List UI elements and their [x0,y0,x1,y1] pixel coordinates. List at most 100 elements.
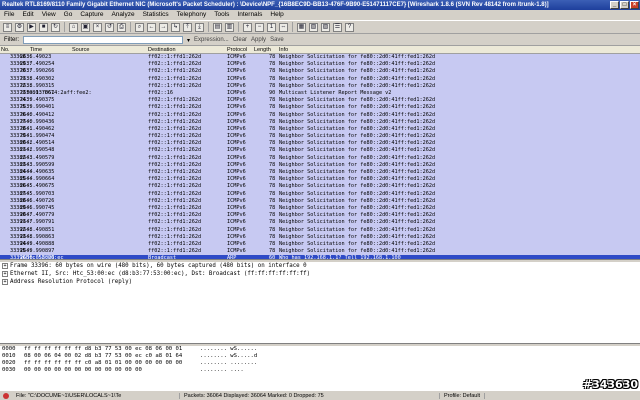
minimize-icon[interactable]: _ [610,1,619,9]
packet-row[interactable]: 33386 2645.490675:: ff02::1:ffd1:262d ICMPv… [0,183,640,191]
normal-size-icon[interactable]: 1 [267,22,276,32]
resize-columns-icon[interactable]: ⇔ [279,22,288,32]
save-filter-button[interactable]: Save [270,37,284,43]
expand-icon[interactable]: + [2,278,8,285]
auto-scroll-icon[interactable]: ▥ [225,22,234,32]
maximize-icon[interactable]: □ [620,1,629,9]
menu-internals[interactable]: Internals [237,10,262,20]
go-forward-icon[interactable]: → [159,22,168,32]
restart-capture-icon[interactable]: ↻ [51,22,60,32]
apply-button[interactable]: Apply [251,37,266,43]
help-icon[interactable]: ? [345,22,354,32]
column-no[interactable]: No. [1,46,10,54]
clear-button[interactable]: Clear [233,37,247,43]
go-back-icon[interactable]: ← [147,22,156,32]
packet-row[interactable]: 33391 2647.990791:: ff02::1:ffd1:262d ICMPv… [0,219,640,227]
detail-tree-item[interactable]: + Address Resolution Protocol (reply) [0,278,640,286]
detail-tree-item[interactable]: + Frame 33396: 60 bytes on wire (480 bits… [0,262,640,270]
menu-statistics[interactable]: Statistics [143,10,169,20]
status-profile[interactable]: Profile: Default [440,392,486,399]
filter-input[interactable] [23,36,183,44]
interfaces-icon[interactable]: ≡ [3,22,12,32]
print-icon[interactable]: ⎙ [117,22,126,32]
packet-row[interactable]: 33376 2640.490412:: ff02::1:ffd1:262d ICMPv… [0,111,640,119]
packet-row[interactable]: 33375 2639.990401:: ff02::1:ffd1:262d ICMPv… [0,104,640,112]
packet-row[interactable]: 33368 2636.49023:: ff02::1:ffd1:262d ICMPv6… [0,54,640,62]
packet-row[interactable]: 33379 2641.990474:: ff02::1:ffd1:262d ICMPv… [0,133,640,141]
menu-capture[interactable]: Capture [80,10,103,20]
packet-row[interactable]: 33393 2648.990863:: ff02::1:ffd1:262d ICMPv… [0,233,640,241]
packet-length: 78 [269,226,276,233]
stop-capture-icon[interactable]: ■ [39,22,48,32]
column-length[interactable]: Length [254,46,271,54]
save-file-icon[interactable]: ▣ [81,22,90,32]
column-source[interactable]: Source [72,46,89,54]
expression-button[interactable]: Expression... [194,37,229,43]
packet-row[interactable]: 33383 2643.990599:: ff02::1:ffd1:262d ICMPv… [0,161,640,169]
menu-file[interactable]: File [4,10,14,20]
packet-row[interactable]: 33395 2649.990897:: ff02::1:ffd1:262d ICMPv… [0,248,640,256]
detail-tree-item[interactable]: + Ethernet II, Src: Htc_53:00:ec (d8:b3:7… [0,270,640,278]
packet-row[interactable]: 33382 2643.490579:: ff02::1:ffd1:262d ICMPv… [0,154,640,162]
packet-row[interactable]: 33392 2648.490851:: ff02::1:ffd1:262d ICMPv… [0,226,640,234]
packet-row[interactable]: 33387 2645.990703:: ff02::1:ffd1:262d ICMPv… [0,190,640,198]
packet-row[interactable]: 33396 2650.058026 Htc_53:00:ec Broadcast ARP… [0,255,640,259]
packet-source: :: [26,176,33,183]
close-file-icon[interactable]: × [93,22,102,32]
packet-row[interactable]: 33374 2639.490375:: ff02::1:ffd1:262d ICMPv… [0,97,640,105]
go-to-packet-icon[interactable]: ↳ [171,22,180,32]
column-info[interactable]: Info [279,46,288,54]
column-protocol[interactable]: Protocol [227,46,247,54]
packet-row[interactable]: 33377 2640.990436:: ff02::1:ffd1:262d ICMPv… [0,118,640,126]
menu-help[interactable]: Help [270,10,283,20]
menu-analyze[interactable]: Analyze [111,10,134,20]
menu-tools[interactable]: Tools [214,10,229,20]
hex-ascii: ........ wS...... [200,346,258,352]
packet-row[interactable]: 33384 2644.490635:: ff02::1:ffd1:262d ICMPv… [0,169,640,177]
packet-row[interactable]: 33381 2642.990548:: ff02::1:ffd1:262d ICMPv… [0,147,640,155]
packet-row[interactable]: 33388 2646.490726:: ff02::1:ffd1:262d ICMPv… [0,197,640,205]
menu-telephony[interactable]: Telephony [177,10,207,20]
packet-row[interactable]: 33370 2637.990266:: ff02::1:ffd1:262d ICMPv… [0,68,640,76]
packet-details[interactable]: + Frame 33396: 60 bytes on wire (480 bits… [0,262,640,344]
packet-row[interactable]: 33389 2646.990745:: ff02::1:ffd1:262d ICMPv… [0,204,640,213]
zoom-in-icon[interactable]: + [243,22,252,32]
open-file-icon[interactable]: ⌂ [69,22,78,32]
first-packet-icon[interactable]: ⤒ [183,22,192,32]
capture-filters-icon[interactable]: ▦ [297,22,306,32]
packet-length: 78 [269,169,276,175]
packet-row[interactable]: 33372 2638.990315:: ff02::1:ffd1:262d ICMPv… [0,82,640,90]
menu-go[interactable]: Go [64,10,73,20]
display-filters-icon[interactable]: ▧ [309,22,318,32]
expand-icon[interactable]: + [2,262,8,269]
options-icon[interactable]: ⚙ [15,22,24,32]
packet-row[interactable]: 33380 2642.490514:: ff02::1:ffd1:262d ICMPv… [0,140,640,148]
start-capture-icon[interactable]: ▶ [27,22,36,32]
packet-bytes[interactable]: 0000 ff ff ff ff ff ff d8 b3 77 53 00 ec … [0,346,640,390]
packet-row[interactable]: 33371 2638.490302:: ff02::1:ffd1:262d ICMPv… [0,75,640,83]
menu-view[interactable]: View [42,10,56,20]
preferences-icon[interactable]: ☰ [333,22,342,32]
menu-edit[interactable]: Edit [22,10,33,20]
zoom-out-icon[interactable]: − [255,22,264,32]
packet-info: Neighbor Solicitation for fe80::2d0:41ff… [279,161,436,168]
filter-dropdown-icon[interactable]: ▾ [187,37,190,44]
packet-row[interactable]: 33390 2647.490779:: ff02::1:ffd1:262d ICMPv… [0,212,640,220]
packet-list[interactable]: 33368 2636.49023:: ff02::1:ffd1:262d ICMPv6… [0,54,640,260]
close-icon[interactable]: × [630,1,639,9]
last-packet-icon[interactable]: ⤓ [195,22,204,32]
coloring-rules-icon[interactable]: ▨ [321,22,330,32]
reload-icon[interactable]: ↺ [105,22,114,32]
expand-icon[interactable]: + [2,270,8,277]
column-time[interactable]: Time [30,46,42,54]
packet-row[interactable]: 33385 2644.990664:: ff02::1:ffd1:262d ICMPv… [0,176,640,184]
packet-row[interactable]: 33369 2637.490254:: ff02::1:ffd1:262d ICMPv… [0,61,640,69]
packet-row[interactable]: 33378 2641.490462:: ff02::1:ffd1:262d ICMPv… [0,125,640,134]
packet-destination: ff02::1:ffd1:262d [148,226,202,233]
packet-row[interactable]: 33394 2649.490888:: ff02::1:ffd1:262d ICMPv… [0,240,640,249]
expert-info-icon[interactable] [3,392,9,399]
packet-row[interactable]: 33373 2639.137061 fe80::8674:2aff:fee2: ff0… [0,89,640,98]
colorize-icon[interactable]: ▤ [213,22,222,32]
find-packet-icon[interactable]: ⌕ [135,22,144,32]
column-destination[interactable]: Destination [148,46,176,54]
